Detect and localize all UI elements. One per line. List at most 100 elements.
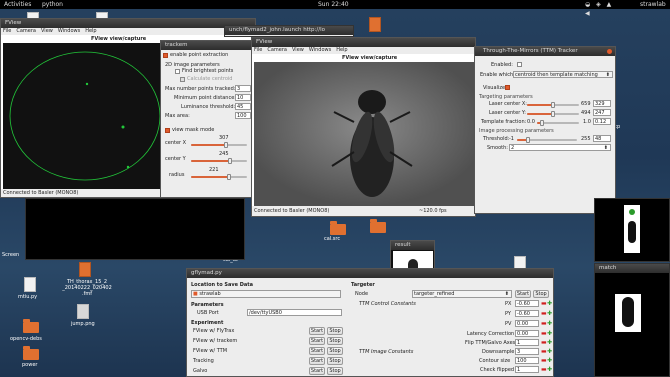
location-select[interactable]: ■ strawlab [191, 290, 341, 298]
window-title[interactable]: FView [252, 38, 475, 47]
menu-help[interactable]: Help [85, 28, 96, 34]
min-distance-input[interactable]: 10 [235, 94, 251, 101]
constant-input[interactable]: 3 [515, 348, 539, 355]
start-button[interactable]: Start [309, 357, 325, 365]
stop-button[interactable]: Stop [327, 327, 343, 335]
menu-camera[interactable]: Camera [267, 47, 287, 53]
activities-button[interactable]: Activities [4, 0, 31, 9]
mode-select[interactable]: centroid then template matching ⬍ [513, 71, 613, 78]
close-icon[interactable] [607, 49, 612, 54]
laser-x-input[interactable]: 329 [593, 100, 611, 107]
status-icons[interactable]: ◒ ◈ ▲ ◀ [585, 0, 623, 18]
menu-windows[interactable]: Windows [309, 47, 331, 53]
desktop-label-opencv[interactable]: opencv-debs [10, 336, 42, 342]
center-x-slider[interactable] [191, 142, 247, 148]
plus-icon[interactable]: ✚ [547, 311, 552, 317]
plus-icon[interactable]: ✚ [547, 331, 552, 337]
png-file-icon[interactable] [77, 304, 89, 319]
fmf-file-icon[interactable] [79, 262, 91, 277]
ttm-tracker-window[interactable]: Through-The-Mirrors (TTM) Tracker Enable… [474, 46, 616, 214]
camera-preview-window[interactable] [25, 198, 245, 260]
slider-knob[interactable] [551, 102, 555, 108]
minus-icon[interactable]: ▬ [541, 358, 547, 364]
desktop-file-icon[interactable] [369, 17, 381, 32]
constant-input[interactable]: -0.60 [515, 300, 539, 307]
plus-icon[interactable]: ✚ [547, 321, 552, 327]
stop-button[interactable]: Stop [327, 347, 343, 355]
constant-input[interactable]: 1 [515, 366, 539, 373]
gflymad-window[interactable]: gflymad.py Location to Save Data ■ straw… [186, 268, 554, 377]
calc-centroid-checkbox[interactable] [180, 77, 185, 82]
stop-button[interactable]: Stop [327, 357, 343, 365]
menu-view[interactable]: View [292, 47, 304, 53]
menu-file[interactable]: File [3, 28, 11, 34]
minus-icon[interactable]: ▬ [541, 321, 547, 327]
menu-file[interactable]: File [254, 47, 262, 53]
constant-input[interactable]: -0.60 [515, 310, 539, 317]
window-title[interactable]: FView [1, 19, 255, 28]
camera-image[interactable] [254, 62, 475, 206]
minus-icon[interactable]: ▬ [541, 367, 547, 373]
menu-help[interactable]: Help [336, 47, 347, 53]
start-button[interactable]: Start [309, 337, 325, 345]
user-menu[interactable]: strawlab [640, 0, 666, 9]
desktop-label-power[interactable]: power [22, 362, 37, 368]
max-points-input[interactable]: 3 [235, 85, 251, 92]
slider-knob[interactable] [540, 120, 545, 126]
node-select[interactable]: targeter_refined ⬍ [412, 290, 512, 298]
stop-button[interactable]: Stop [327, 337, 343, 345]
constant-input[interactable]: 100 [515, 357, 539, 364]
start-button[interactable]: Start [309, 327, 325, 335]
template-fraction-input[interactable]: 0.12 [593, 118, 611, 125]
laser-y-slider[interactable] [527, 111, 579, 117]
stop-button[interactable]: Stop [327, 367, 343, 375]
constant-input[interactable]: 0.00 [515, 330, 539, 337]
menu-view[interactable]: View [41, 28, 53, 34]
app-menu[interactable]: python [42, 0, 63, 9]
minus-icon[interactable]: ▬ [541, 311, 547, 317]
start-button[interactable]: Start [309, 367, 325, 375]
center-y-slider[interactable] [191, 158, 247, 164]
view-mask-checkbox[interactable] [165, 128, 170, 133]
slider-knob[interactable] [227, 174, 232, 180]
threshold-slider[interactable] [517, 137, 577, 143]
max-area-input[interactable]: 100 [235, 112, 251, 119]
plus-icon[interactable]: ✚ [547, 340, 552, 346]
minus-icon[interactable]: ▬ [541, 349, 547, 355]
minus-icon[interactable]: ▬ [541, 331, 547, 337]
laser-y-input[interactable]: 247 [593, 109, 611, 116]
desktop-label-thorax[interactable]: TH_thorax_15_2 _20140222_020402 .fmf [52, 279, 122, 297]
menu-windows[interactable]: Windows [58, 28, 80, 34]
node-start-button[interactable]: Start [515, 290, 531, 298]
mask-window[interactable] [594, 198, 670, 262]
constant-input[interactable]: 1 [515, 339, 539, 346]
fview-window-2[interactable]: FView File Camera View Windows Help FView vi… [251, 37, 476, 217]
desktop-label-screen[interactable]: Screen [2, 252, 19, 258]
window-title[interactable]: trackem [161, 41, 251, 50]
plus-icon[interactable]: ✚ [547, 301, 552, 307]
slider-knob[interactable] [551, 111, 555, 117]
constant-input[interactable]: 0.00 [515, 320, 539, 327]
desktop-label-jump[interactable]: jump.png [71, 321, 95, 327]
camera-image[interactable] [3, 43, 161, 189]
slider-knob[interactable] [228, 158, 233, 164]
enable-point-extraction-checkbox[interactable] [163, 53, 168, 58]
laser-x-slider[interactable] [527, 102, 579, 108]
spin-icon[interactable]: ⬍ [604, 145, 608, 150]
trackem-window[interactable]: trackem enable point extraction 2D image… [160, 40, 252, 198]
node-stop-button[interactable]: Stop [533, 290, 549, 298]
window-title[interactable]: unch/flymad2_john.launch http://lo [225, 26, 353, 35]
usb-input[interactable]: /dev/ttyUSB0 [247, 309, 342, 316]
threshold-input[interactable]: 48 [593, 135, 611, 142]
minus-icon[interactable]: ▬ [541, 340, 547, 346]
folder-icon[interactable] [330, 221, 346, 235]
window-title[interactable]: Through-The-Mirrors (TTM) Tracker [475, 47, 615, 56]
match-window[interactable]: match [594, 263, 670, 377]
find-brightest-checkbox[interactable] [175, 69, 180, 74]
plus-icon[interactable]: ✚ [547, 349, 552, 355]
mtiu-file-icon[interactable] [24, 277, 36, 292]
enabled-checkbox[interactable] [517, 62, 522, 67]
slider-knob[interactable] [526, 137, 531, 143]
window-title[interactable]: match [595, 264, 669, 273]
desktop-label-mtiu[interactable]: mtiu.py [18, 294, 37, 300]
